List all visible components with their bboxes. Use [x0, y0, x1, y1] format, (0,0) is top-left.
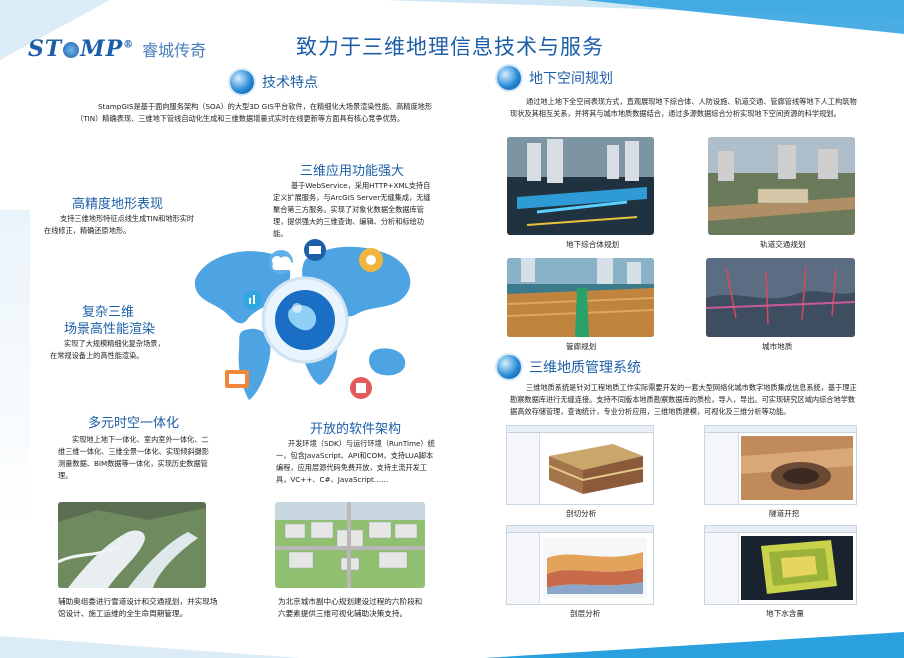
brochure-page: ST MP® 睿城传奇 致力于三维地理信息技术与服务 技术特点 StampGIS是…	[0, 0, 904, 658]
corner-decoration-top-right	[584, 0, 904, 34]
caption-rail-transit: 轨道交通规划	[760, 240, 806, 249]
stamp-logo-mark: ST MP®	[28, 36, 135, 62]
save-icon	[350, 377, 372, 399]
section-title-tech: 技术特点	[262, 75, 318, 91]
tech-intro: StampGIS是基于面向服务架构（SOA）的大型3D GIS平台软件，在精细化…	[76, 102, 433, 123]
feature-title-terrain: 高精度地形表现	[72, 197, 164, 212]
feature-desc-spacetime: 实现地上地下一体化、室内室外一体化、二维三维一体化、三维全景一体化、实现倾斜摄影…	[58, 435, 209, 480]
world-map-illustration	[194, 239, 411, 400]
globe-icon	[230, 70, 254, 94]
globe-icon	[497, 66, 521, 90]
geology-desc: 三维地质系统是针对工程地质工作实际需要开发的一套大型网络化城市数字地质集成信息系…	[510, 383, 857, 416]
logo-globe-icon	[63, 42, 80, 58]
feature-title-functions: 三维应用功能强大	[300, 164, 405, 179]
image-rail-transit	[708, 137, 855, 235]
feature-desc-rendering: 实现了大规模精细化复杂场景，在常规设备上的高性能渲染。	[50, 339, 165, 360]
caption-urban-geology: 城市地质	[762, 342, 793, 351]
section-header-geology: 三维地质管理系统	[497, 355, 641, 379]
caption-utility-tunnel: 管廊规划	[566, 342, 597, 351]
monitor-icon	[225, 370, 249, 388]
company-name: 睿城传奇	[142, 41, 207, 60]
settings-icon	[359, 248, 383, 272]
section-header-tech: 技术特点	[230, 70, 318, 94]
caption-stratum-analysis: 剖层分析	[570, 609, 601, 618]
screenshot-tunnel-excavation	[704, 425, 857, 505]
left-decoration-stripe	[0, 210, 30, 530]
screenshot-groundwater	[704, 525, 857, 605]
caption-city-center: 为北京城市副中心规划建设过程的六阶段和六要素提供三维可视化辅助决策支持。	[278, 597, 423, 618]
photo-ski-resort	[58, 502, 206, 588]
screenshot-section-analysis	[506, 425, 654, 505]
corner-decoration-bottom-right	[484, 632, 904, 658]
section-header-underground: 地下空间规划	[497, 66, 613, 90]
image-underground-complex	[507, 137, 654, 235]
folder-icon	[304, 239, 326, 261]
underground-desc: 通过地上地下全空间表现方式，直观展现地下综合体、人防设施、轨道交通、管廊管线等地…	[510, 97, 857, 118]
feature-title-spacetime: 多元时空一体化	[88, 416, 180, 431]
caption-underground-complex: 地下综合体规划	[566, 240, 620, 249]
page-title: 致力于三维地理信息技术与服务	[296, 35, 604, 59]
section-title-geology: 三维地质管理系统	[529, 360, 641, 376]
feature-desc-terrain: 支持三维地形特征点线生成TIN和地形实时在线修正，精确还原地形。	[44, 214, 195, 235]
section-title-underground: 地下空间规划	[529, 71, 613, 87]
chart-icon	[244, 291, 262, 309]
cloud-icon	[269, 250, 295, 274]
australia-shape	[369, 348, 406, 376]
feature-desc-architecture: 开发环境（SDK）与运行环境（RunTime）统一，包含JavaScript、A…	[276, 439, 435, 484]
caption-tunnel-excavation: 隧道开挖	[769, 509, 800, 518]
photo-city-center	[275, 502, 425, 588]
globe-icon	[497, 355, 521, 379]
caption-ski-resort: 辅助奥组委进行雪道设计和交通规划，并实现场馆设计、施工运维的全生命周期管理。	[58, 597, 218, 618]
caption-section-analysis: 剖切分析	[566, 509, 597, 518]
image-utility-tunnel	[507, 258, 654, 337]
caption-groundwater: 地下水含量	[766, 609, 804, 618]
screenshot-stratum-analysis	[506, 525, 654, 605]
image-urban-geology	[706, 258, 855, 337]
company-logo: ST MP® 睿城传奇	[28, 36, 206, 62]
corner-decoration-bottom-left	[0, 636, 300, 658]
feature-title-rendering-2: 场景高性能渲染	[64, 322, 156, 337]
feature-title-architecture: 开放的软件架构	[310, 422, 402, 437]
south-america-shape	[238, 328, 271, 400]
